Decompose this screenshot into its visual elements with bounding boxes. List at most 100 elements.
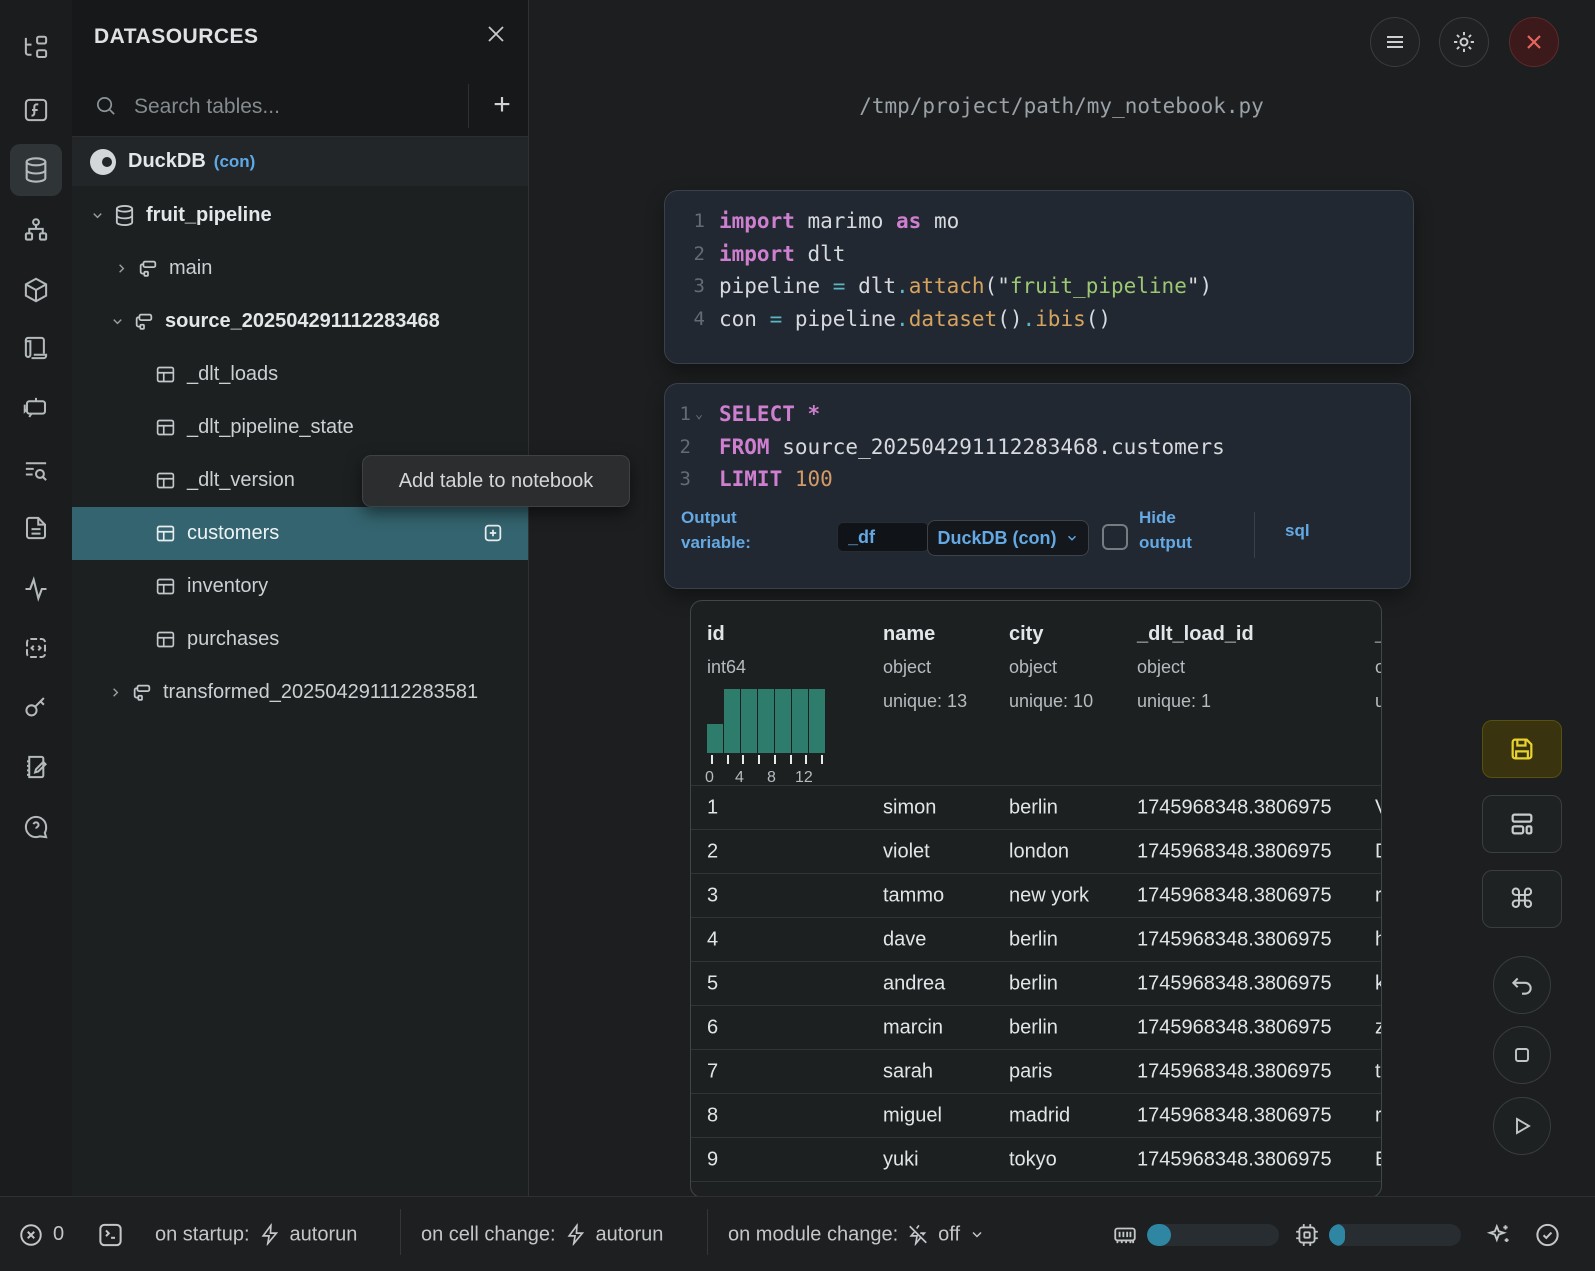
table-label: _dlt_loads [187,363,278,386]
undo-button[interactable] [1493,956,1551,1014]
chevron-right-icon[interactable] [114,261,129,276]
hide-output-checkbox[interactable] [1102,524,1128,550]
connection-status[interactable] [1534,1221,1561,1248]
column-header[interactable]: name [883,623,935,646]
table-row[interactable]: 5andreaberlin1745968348.3806975k [691,961,1381,1006]
tree-item-table[interactable]: _dlt_pipeline_state [72,401,528,454]
file-tree-icon[interactable] [23,35,50,62]
ai-assistant-button[interactable] [1486,1222,1512,1248]
activity-icon[interactable] [22,575,50,603]
shutdown-button[interactable] [1509,17,1559,67]
help-icon[interactable] [23,814,50,841]
tree-item-schema-source[interactable]: source_202504291112283468 [72,295,528,348]
errors-icon [18,1222,44,1248]
play-icon [1510,1114,1534,1138]
duckdb-logo-icon [90,149,116,175]
schema-icon [133,311,155,333]
panel-header: DATASOURCES [72,0,528,77]
table-row[interactable]: 3tammonew york1745968348.3806975r [691,873,1381,918]
panel-title: DATASOURCES [94,25,259,49]
run-button[interactable] [1493,1097,1551,1155]
language-badge[interactable]: sql [1285,519,1310,544]
add-datasource-button[interactable]: + [484,88,520,124]
column-header[interactable]: id [707,623,725,646]
tree-item-table[interactable]: purchases [72,613,528,666]
memory-icon [1112,1222,1138,1248]
chevron-down-icon [969,1227,985,1243]
status-bar: 0 on startup: autorun on cell change: au… [0,1196,1595,1271]
table-icon [155,523,176,544]
memory-usage[interactable] [1112,1222,1279,1248]
column-header[interactable]: _dlt_id [1375,623,1382,646]
schema-label: transformed_202504291112283581 [163,681,478,704]
interrupt-button[interactable] [1493,1026,1551,1084]
marimo-app: DATASOURCES + DuckDB (con) fruit_pipelin… [0,0,1595,1271]
on-startup-config[interactable]: on startup: autorun [155,1223,357,1246]
output-variable-input[interactable] [837,522,929,552]
table-row[interactable]: 9yukitokyo1745968348.3806975E [691,1137,1381,1182]
scratchpad-icon[interactable] [23,754,50,781]
database-icon[interactable] [22,156,50,184]
sql-cell[interactable]: 1⌄ SELECT * 2 FROM source_20250429111228… [664,383,1411,589]
engine-select[interactable]: DuckDB (con) [927,520,1089,556]
column-header[interactable]: city [1009,623,1043,646]
table-icon [155,470,176,491]
duckdb-connection-row[interactable]: DuckDB (con) [72,137,528,186]
code-line: 2 import dlt [665,238,1413,271]
connection-alias: (con) [214,152,256,172]
terminal-button[interactable] [97,1221,124,1248]
table-row[interactable]: 2violetlondon1745968348.3806975D [691,829,1381,874]
zap-off-icon [907,1224,929,1246]
menu-button[interactable] [1370,17,1420,67]
function-square-icon[interactable] [23,97,50,124]
document-icon[interactable] [23,515,50,542]
schema-icon [137,258,159,280]
package-icon[interactable] [23,277,50,304]
result-table[interactable]: id int64 0 4 8 12 name object unique: 13… [690,600,1382,1198]
table-label: _dlt_pipeline_state [187,416,354,439]
search-icon [94,94,117,117]
command-palette-button[interactable]: ⌘ [1482,870,1562,928]
table-row[interactable]: 8miguelmadrid1745968348.3806975r [691,1093,1381,1138]
settings-button[interactable] [1439,17,1489,67]
table-row[interactable]: 7sarahparis1745968348.3806975t [691,1049,1381,1094]
chevron-right-icon[interactable] [108,685,123,700]
table-icon [155,576,176,597]
fold-chevron-icon[interactable]: ⌄ [691,407,707,422]
chevron-down-icon[interactable] [110,314,125,329]
tree-item-table[interactable]: _dlt_loads [72,348,528,401]
tree-item-schema-main[interactable]: main [72,242,528,295]
save-button[interactable] [1482,720,1562,778]
dependency-graph-icon[interactable] [23,217,50,244]
text-search-icon[interactable] [23,457,50,484]
scroll-icon[interactable] [23,335,50,362]
error-count[interactable]: 0 [18,1222,64,1248]
table-icon [155,629,176,650]
python-cell[interactable]: 1 import marimo as mo 2 import dlt 3 pip… [664,190,1414,364]
undo-icon [1509,972,1535,998]
column-header[interactable]: _dlt_load_id [1137,623,1254,646]
table-row[interactable]: 4daveberlin1745968348.3806975h [691,917,1381,962]
on-module-change-config[interactable]: on module change: off [728,1223,985,1246]
tree-item-table[interactable]: inventory [72,560,528,613]
table-row[interactable]: 1simonberlin1745968348.3806975V [691,785,1381,830]
command-icon: ⌘ [1509,884,1536,915]
close-panel-icon[interactable] [484,22,508,46]
notebook-file-path[interactable]: /tmp/project/path/my_notebook.py [528,94,1595,118]
connection-name: DuckDB [128,150,206,173]
tree-item-database[interactable]: fruit_pipeline [72,189,528,242]
tree-item-table-customers-selected[interactable]: customers [72,507,528,560]
key-icon[interactable] [23,694,50,721]
code-snippet-icon[interactable] [23,635,50,662]
layout-toggle-button[interactable] [1482,795,1562,853]
search-input[interactable] [132,86,456,128]
add-table-to-notebook-icon[interactable] [482,522,504,544]
zap-icon [259,1224,281,1246]
check-circle-icon [1534,1221,1561,1248]
chevron-down-icon[interactable] [90,208,105,223]
on-cell-change-config[interactable]: on cell change: autorun [421,1223,663,1246]
tree-item-schema-transformed[interactable]: transformed_202504291112283581 [72,666,528,719]
table-row[interactable]: 6marcinberlin1745968348.3806975z [691,1005,1381,1050]
cpu-usage[interactable] [1294,1222,1461,1248]
chatbot-icon[interactable] [23,395,50,422]
